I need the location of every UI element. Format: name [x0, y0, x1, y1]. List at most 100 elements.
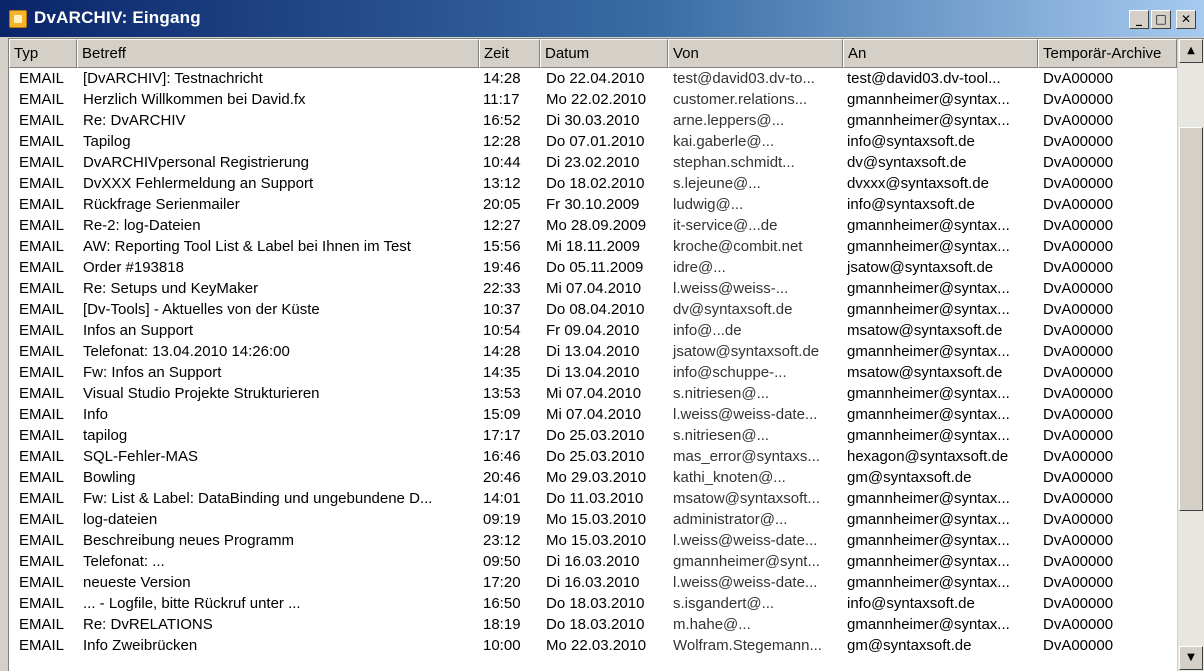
cell-datum: Do 18.03.2010 — [546, 616, 645, 633]
table-row[interactable]: EMAIL Info 15:09 Mi 07.04.2010 l.weiss@weiss… — [9, 404, 1177, 425]
cell-zeit: 12:28 — [483, 133, 521, 150]
scroll-down-button[interactable]: ▼ — [1179, 646, 1203, 670]
vertical-scrollbar[interactable]: ▲ ▼ — [1177, 39, 1204, 671]
cell-datum: Mo 29.03.2010 — [546, 469, 647, 486]
cell-von: arne.leppers@... — [673, 112, 785, 129]
table-row[interactable]: EMAIL DvARCHIVpersonal Registrierung 10:44… — [9, 152, 1177, 173]
column-header-temporaer-archive[interactable]: Temporär-Archive — [1038, 39, 1177, 68]
cell-archiv: DvA00000 — [1043, 217, 1114, 234]
cell-typ: EMAIL — [19, 427, 65, 444]
cell-datum: Mo 28.09.2009 — [546, 217, 647, 234]
cell-typ: EMAIL — [19, 532, 65, 549]
cell-an: gmannheimer@syntax... — [847, 490, 1010, 507]
cell-an: gmannheimer@syntax... — [847, 280, 1010, 297]
cell-datum: Mo 22.02.2010 — [546, 91, 647, 108]
close-button[interactable]: ✕ — [1176, 10, 1196, 29]
table-row[interactable]: EMAIL Re: Setups und KeyMaker 22:33 Mi 07.0… — [9, 278, 1177, 299]
table-row[interactable]: EMAIL SQL-Fehler-MAS 16:46 Do 25.03.2010 mas… — [9, 446, 1177, 467]
cell-archiv: DvA00000 — [1043, 532, 1114, 549]
cell-typ: EMAIL — [19, 385, 65, 402]
cell-typ: EMAIL — [19, 91, 65, 108]
cell-an: gmannheimer@syntax... — [847, 217, 1010, 234]
table-row[interactable]: EMAIL Re: DvRELATIONS 18:19 Do 18.03.2010 m.… — [9, 614, 1177, 635]
column-header-von[interactable]: Von — [668, 39, 843, 68]
title-bar[interactable]: DvARCHIV: Eingang _ □ ✕ — [0, 0, 1204, 38]
minimize-button[interactable]: _ — [1129, 10, 1149, 29]
cell-datum: Do 11.03.2010 — [546, 490, 644, 507]
table-row[interactable]: EMAIL Beschreibung neues Programm 23:12 Mo … — [9, 530, 1177, 551]
cell-betreff: Fw: List & Label: DataBinding und ungebu… — [83, 490, 433, 507]
table-row[interactable]: EMAIL Telefonat: ... 09:50 Di 16.03.2010 gma… — [9, 551, 1177, 572]
scroll-up-button[interactable]: ▲ — [1179, 39, 1203, 63]
cell-archiv: DvA00000 — [1043, 175, 1114, 192]
cell-an: gmannheimer@syntax... — [847, 301, 1010, 318]
table-row[interactable]: EMAIL Fw: List & Label: DataBinding und u… — [9, 488, 1177, 509]
table-row[interactable]: EMAIL AW: Reporting Tool List & Label bei… — [9, 236, 1177, 257]
cell-von: kathi_knoten@... — [673, 469, 786, 486]
table-row[interactable]: EMAIL [Dv-Tools] - Aktuelles von der Küst… — [9, 299, 1177, 320]
app-window: DvARCHIV: Eingang _ □ ✕ Typ Betreff Zeit… — [0, 0, 1204, 671]
cell-archiv: DvA00000 — [1043, 343, 1114, 360]
cell-datum: Fr 30.10.2009 — [546, 196, 640, 213]
table-row[interactable]: EMAIL log-dateien 09:19 Mo 15.03.2010 admini… — [9, 509, 1177, 530]
column-header-typ[interactable]: Typ — [9, 39, 77, 68]
table-row[interactable]: EMAIL DvXXX Fehlermeldung an Support 13:12… — [9, 173, 1177, 194]
cell-archiv: DvA00000 — [1043, 154, 1114, 171]
cell-archiv: DvA00000 — [1043, 112, 1114, 129]
cell-archiv: DvA00000 — [1043, 616, 1114, 633]
mail-list: Typ Betreff Zeit Datum Von An Temporär-A… — [8, 38, 1204, 671]
cell-archiv: DvA00000 — [1043, 280, 1114, 297]
cell-betreff: Re: DvARCHIV — [83, 112, 186, 129]
column-header-zeit[interactable]: Zeit — [479, 39, 540, 68]
cell-betreff: Telefonat: 13.04.2010 14:26:00 — [83, 343, 290, 360]
cell-an: gmannheimer@syntax... — [847, 112, 1010, 129]
cell-von: kroche@combit.net — [673, 238, 803, 255]
cell-archiv: DvA00000 — [1043, 406, 1114, 423]
cell-an: gmannheimer@syntax... — [847, 406, 1010, 423]
table-row[interactable]: EMAIL Fw: Infos an Support 14:35 Di 13.04.2… — [9, 362, 1177, 383]
table-row[interactable]: EMAIL Visual Studio Projekte Strukturiere… — [9, 383, 1177, 404]
table-row[interactable]: EMAIL Rückfrage Serienmailer 20:05 Fr 30.10… — [9, 194, 1177, 215]
table-row[interactable]: EMAIL Bowling 20:46 Mo 29.03.2010 kathi_knot… — [9, 467, 1177, 488]
cell-archiv: DvA00000 — [1043, 322, 1114, 339]
table-row[interactable]: EMAIL Re-2: log-Dateien 12:27 Mo 28.09.2009… — [9, 215, 1177, 236]
table-row[interactable]: EMAIL neueste Version 17:20 Di 16.03.2010 l.… — [9, 572, 1177, 593]
table-row[interactable]: EMAIL Infos an Support 10:54 Fr 09.04.2010 i… — [9, 320, 1177, 341]
table-row[interactable]: EMAIL Herzlich Willkommen bei David.fx 11:… — [9, 89, 1177, 110]
cell-zeit: 16:52 — [483, 112, 521, 129]
cell-betreff: Visual Studio Projekte Strukturieren — [83, 385, 320, 402]
table-row[interactable]: EMAIL tapilog 17:17 Do 25.03.2010 s.nitriese… — [9, 425, 1177, 446]
cell-zeit: 11:17 — [483, 91, 520, 108]
table-row[interactable]: EMAIL ... - Logfile, bitte Rückruf unter … — [9, 593, 1177, 614]
table-row[interactable]: EMAIL Telefonat: 13.04.2010 14:26:00 14:28… — [9, 341, 1177, 362]
cell-betreff: Order #193818 — [83, 259, 184, 276]
cell-betreff: [Dv-Tools] - Aktuelles von der Küste — [83, 301, 320, 318]
cell-archiv: DvA00000 — [1043, 259, 1114, 276]
maximize-button[interactable]: □ — [1151, 10, 1171, 29]
cell-typ: EMAIL — [19, 238, 65, 255]
cell-von: idre@... — [673, 259, 726, 276]
cell-zeit: 15:09 — [483, 406, 521, 423]
cell-von: info@...de — [673, 322, 742, 339]
cell-typ: EMAIL — [19, 616, 65, 633]
cell-typ: EMAIL — [19, 364, 65, 381]
cell-an: jsatow@syntaxsoft.de — [847, 259, 994, 276]
table-row[interactable]: EMAIL Order #193818 19:46 Do 05.11.2009 idre… — [9, 257, 1177, 278]
table-row[interactable]: EMAIL Re: DvARCHIV 16:52 Di 30.03.2010 arne.… — [9, 110, 1177, 131]
column-header-an[interactable]: An — [843, 39, 1038, 68]
app-icon — [9, 10, 27, 28]
cell-typ: EMAIL — [19, 343, 65, 360]
scroll-thumb[interactable] — [1179, 127, 1203, 511]
column-header-betreff[interactable]: Betreff — [77, 39, 479, 68]
cell-typ: EMAIL — [19, 196, 65, 213]
table-row[interactable]: EMAIL [DvARCHIV]: Testnachricht 14:28 Do 22… — [9, 68, 1177, 89]
cell-archiv: DvA00000 — [1043, 427, 1114, 444]
table-row[interactable]: EMAIL Tapilog 12:28 Do 07.01.2010 kai.gaberl… — [9, 131, 1177, 152]
cell-von: m.hahe@... — [673, 616, 751, 633]
cell-an: gmannheimer@syntax... — [847, 511, 1010, 528]
table-row[interactable]: EMAIL Info Zweibrücken 10:00 Mo 22.03.2010 W… — [9, 635, 1177, 656]
cell-archiv: DvA00000 — [1043, 238, 1114, 255]
cell-betreff: ... - Logfile, bitte Rückruf unter ... — [83, 595, 301, 612]
column-header-datum[interactable]: Datum — [540, 39, 668, 68]
cell-archiv: DvA00000 — [1043, 196, 1114, 213]
